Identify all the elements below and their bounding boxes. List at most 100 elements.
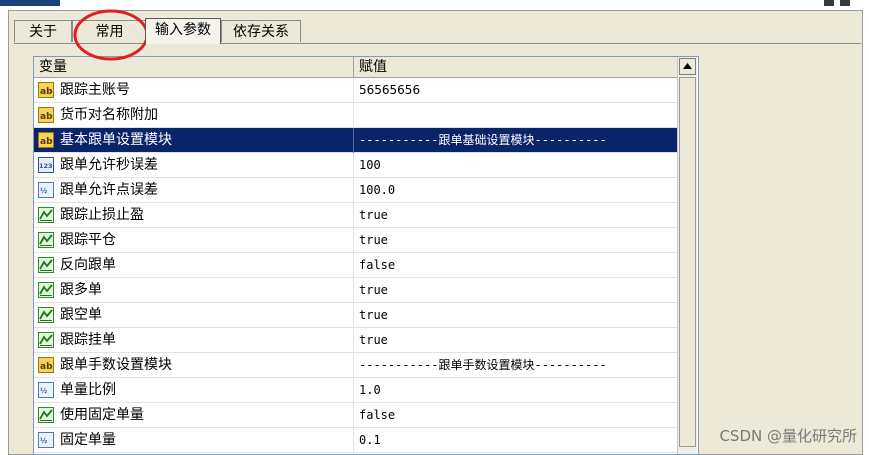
- vertical-scrollbar[interactable]: [677, 57, 697, 454]
- svg-text:ab: ab: [40, 137, 53, 147]
- value-cell[interactable]: 100.0: [354, 178, 677, 203]
- variable-cell[interactable]: ab 跟踪主账号: [34, 78, 354, 103]
- variable-cell[interactable]: 跟空单: [34, 303, 354, 328]
- parameter-row[interactable]: 跟踪止损止盈 true: [34, 203, 677, 228]
- header-variable[interactable]: 变量: [34, 57, 354, 77]
- integer-123-icon: 123: [38, 157, 54, 173]
- tab-about[interactable]: 关于: [14, 20, 72, 42]
- value-cell[interactable]: false: [354, 403, 677, 428]
- grid-header: 变量 赋值: [34, 57, 677, 78]
- variable-cell[interactable]: 反向跟单: [34, 253, 354, 278]
- parameter-row[interactable]: ab 基本跟单设置模块 -----------跟单基础设置模块----------: [34, 128, 677, 153]
- header-value[interactable]: 赋值: [354, 57, 677, 77]
- parameter-row[interactable]: 反向跟单 false: [34, 253, 677, 278]
- variable-name: 使用固定单量: [60, 407, 144, 423]
- parameter-row[interactable]: ab 跟单手数设置模块 -----------跟单手数设置模块----------: [34, 353, 677, 378]
- variable-cell[interactable]: ab 货币对名称附加: [34, 103, 354, 128]
- bool-chart-icon: [38, 232, 54, 248]
- value-cell[interactable]: false: [354, 253, 677, 278]
- variable-cell[interactable]: 123 跟单允许秒误差: [34, 153, 354, 178]
- variable-cell[interactable]: 跟踪平仓: [34, 228, 354, 253]
- variable-name: 基本跟单设置模块: [60, 132, 172, 148]
- value-cell[interactable]: true: [354, 328, 677, 353]
- variable-cell[interactable]: 使用固定单量: [34, 403, 354, 428]
- variable-cell[interactable]: 跟多单: [34, 278, 354, 303]
- variable-cell[interactable]: ab 基本跟单设置模块: [34, 128, 354, 153]
- svg-text:ab: ab: [40, 87, 53, 97]
- svg-text:½: ½: [40, 437, 47, 445]
- parameter-row[interactable]: 123 跟单允许秒误差 100: [34, 153, 677, 178]
- variable-name: 跟踪挂单: [60, 332, 116, 348]
- variable-name: 跟多单: [60, 282, 102, 298]
- variable-name: 跟单允许秒误差: [60, 157, 158, 173]
- bool-chart-icon: [38, 282, 54, 298]
- text-ab-icon: ab: [38, 107, 54, 123]
- variable-name: 跟空单: [60, 307, 102, 323]
- value-cell[interactable]: true: [354, 303, 677, 328]
- value-cell[interactable]: 56565656: [354, 78, 677, 103]
- variable-name: 跟单手数设置模块: [60, 357, 172, 373]
- svg-text:ab: ab: [40, 112, 53, 122]
- double-v2-icon: ½: [38, 382, 54, 398]
- parameter-row[interactable]: ½ 固定单量 0.1: [34, 428, 677, 453]
- input-parameters-grid: 变量 赋值 ab 跟踪主账号 56565656 ab 货币对名称附加 ab 基本跟单设置模块…: [33, 56, 699, 455]
- text-ab-icon: ab: [38, 82, 54, 98]
- variable-name: 固定单量: [60, 432, 116, 448]
- arrow-up-icon: [683, 63, 692, 69]
- tab-divider: [14, 43, 861, 44]
- double-v2-icon: ½: [38, 182, 54, 198]
- parameter-row[interactable]: ½ 跟单允许点误差 100.0: [34, 178, 677, 203]
- tab-common[interactable]: 常用: [72, 20, 147, 42]
- bool-chart-icon: [38, 257, 54, 273]
- parameter-row[interactable]: 跟多单 true: [34, 278, 677, 303]
- parameter-row[interactable]: ab 货币对名称附加: [34, 103, 677, 128]
- parameter-row[interactable]: ab 跟踪主账号 56565656: [34, 78, 677, 103]
- variable-name: 单量比例: [60, 382, 116, 398]
- value-cell[interactable]: true: [354, 203, 677, 228]
- window-title-fragment: [0, 0, 60, 6]
- value-cell[interactable]: true: [354, 278, 677, 303]
- value-cell[interactable]: -----------跟单基础设置模块----------: [354, 128, 677, 153]
- bool-chart-icon: [38, 307, 54, 323]
- window-control-icon[interactable]: [824, 0, 834, 6]
- variable-cell[interactable]: ½ 固定单量: [34, 428, 354, 453]
- scroll-up-button[interactable]: [679, 58, 696, 75]
- variable-cell[interactable]: ½ 单量比例: [34, 378, 354, 403]
- parameter-row[interactable]: ½ 单量比例 1.0: [34, 378, 677, 403]
- text-ab-icon: ab: [38, 357, 54, 373]
- bool-chart-icon: [38, 332, 54, 348]
- svg-text:123: 123: [39, 162, 53, 170]
- variable-name: 货币对名称附加: [60, 107, 158, 123]
- value-cell[interactable]: 0.1: [354, 428, 677, 453]
- bool-chart-icon: [38, 407, 54, 423]
- scroll-thumb[interactable]: [679, 77, 696, 447]
- variable-name: 跟踪平仓: [60, 232, 116, 248]
- double-v2-icon: ½: [38, 432, 54, 448]
- parameter-row[interactable]: 跟空单 true: [34, 303, 677, 328]
- variable-name: 跟单允许点误差: [60, 182, 158, 198]
- variable-cell[interactable]: 跟踪挂单: [34, 328, 354, 353]
- variable-cell[interactable]: ab 跟单手数设置模块: [34, 353, 354, 378]
- value-cell[interactable]: true: [354, 228, 677, 253]
- watermark: CSDN @量化研究所: [719, 427, 857, 445]
- tab-input-params[interactable]: 输入参数: [145, 18, 221, 44]
- variable-name: 跟踪止损止盈: [60, 207, 144, 223]
- svg-text:½: ½: [40, 187, 47, 195]
- parameter-row[interactable]: 跟踪平仓 true: [34, 228, 677, 253]
- variable-name: 跟踪主账号: [60, 82, 130, 98]
- parameter-row[interactable]: 跟踪挂单 true: [34, 328, 677, 353]
- value-cell[interactable]: 1.0: [354, 378, 677, 403]
- value-cell[interactable]: 100: [354, 153, 677, 178]
- bool-chart-icon: [38, 207, 54, 223]
- value-cell[interactable]: [354, 103, 677, 128]
- svg-text:ab: ab: [40, 362, 53, 372]
- text-ab-icon: ab: [38, 132, 54, 148]
- svg-text:½: ½: [40, 387, 47, 395]
- variable-cell[interactable]: 跟踪止损止盈: [34, 203, 354, 228]
- value-cell[interactable]: -----------跟单手数设置模块----------: [354, 353, 677, 378]
- variable-name: 反向跟单: [60, 257, 116, 273]
- variable-cell[interactable]: ½ 跟单允许点误差: [34, 178, 354, 203]
- window-control-icon[interactable]: [840, 0, 850, 6]
- tab-dependencies[interactable]: 依存关系: [221, 20, 301, 42]
- parameter-row[interactable]: 使用固定单量 false: [34, 403, 677, 428]
